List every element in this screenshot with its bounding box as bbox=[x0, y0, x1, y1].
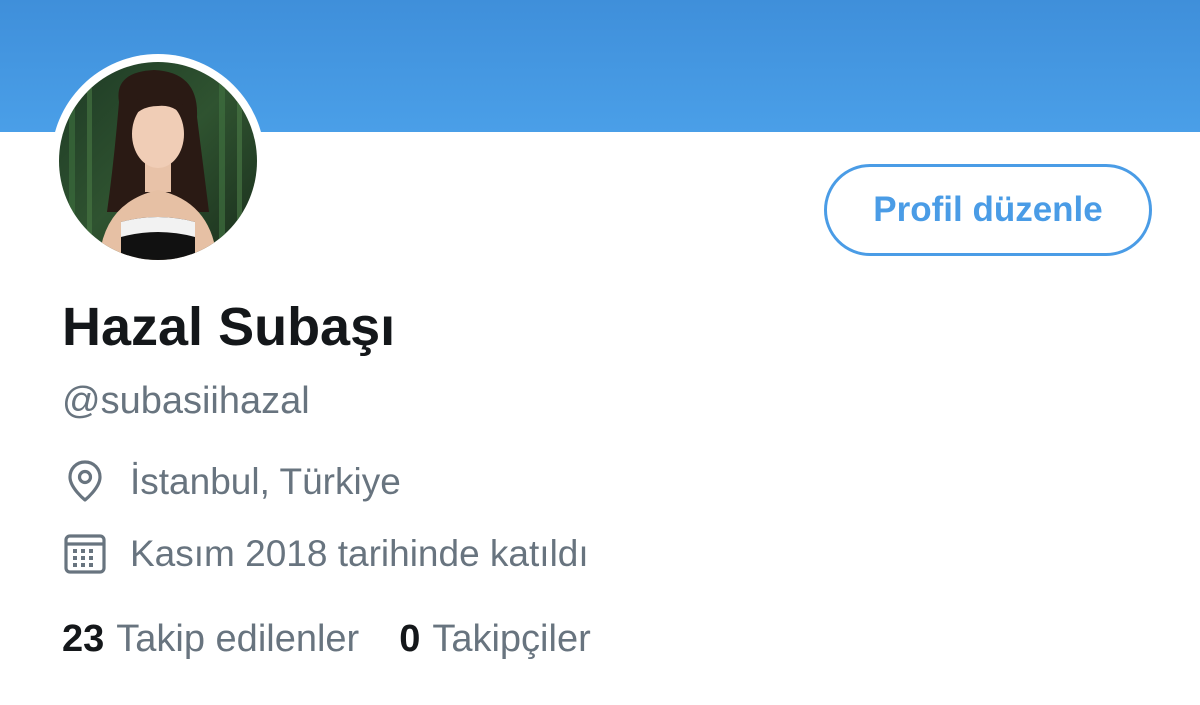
joined-row: Kasım 2018 tarihinde katıldı bbox=[62, 530, 589, 576]
location-text: İstanbul, Türkiye bbox=[130, 460, 401, 502]
followers-count: 0 bbox=[399, 618, 421, 660]
following-stat[interactable]: 23 Takip edilenler bbox=[62, 620, 359, 658]
avatar-photo bbox=[59, 62, 257, 260]
following-count: 23 bbox=[62, 618, 105, 660]
avatar[interactable] bbox=[51, 54, 265, 268]
followers-label: Takipçiler bbox=[432, 618, 591, 660]
followers-stat[interactable]: 0 Takipçiler bbox=[399, 620, 591, 658]
profile-stats: 23 Takip edilenler 0 Takipçiler bbox=[62, 620, 631, 658]
following-label: Takip edilenler bbox=[116, 618, 360, 660]
location-row: İstanbul, Türkiye bbox=[62, 458, 401, 504]
display-name: Hazal Subaşı bbox=[62, 297, 396, 357]
joined-text: Kasım 2018 tarihinde katıldı bbox=[130, 532, 589, 574]
location-pin-icon bbox=[62, 458, 108, 504]
calendar-icon bbox=[62, 530, 108, 576]
user-handle: @subasiihazal bbox=[62, 380, 310, 422]
edit-profile-button[interactable]: Profil düzenle bbox=[824, 164, 1152, 256]
